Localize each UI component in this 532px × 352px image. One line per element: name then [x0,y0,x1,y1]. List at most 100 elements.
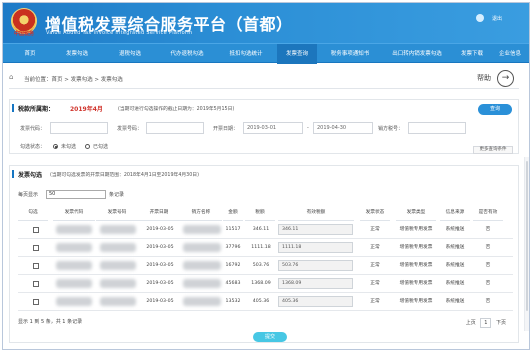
header-tax: 税额 [245,204,275,221]
redacted-invoice-number [100,243,136,252]
row-date: 2019-03-05 [146,245,174,250]
header-issue-date: 开票日期 [138,204,180,221]
header-source: 信息来源 [440,204,470,221]
valid-tax-input[interactable]: 1111.18 [278,242,353,253]
row-checkbox[interactable] [33,299,39,305]
valid-tax-input[interactable]: 405.36 [278,296,353,307]
unselected-label[interactable]: 未勾选 [61,143,76,150]
row-checkbox[interactable] [33,245,39,251]
next-page-button[interactable]: 下页 [496,320,506,326]
vertical-scrollbar[interactable] [524,157,529,331]
nav-download[interactable]: 发票下载 [455,44,489,64]
tax-period-value: 2019年4月 [70,106,103,113]
row-status: 正常 [370,299,380,304]
row-amount: 16792 [225,263,241,268]
invoice-range-note: (当期可勾选发票的开票日期范围：2018年4月1日至2019年4月30日) [50,173,199,178]
breadcrumb: ⌂ 当前位置：首页 > 发票勾选 > 发票勾选 帮助 → [9,68,519,89]
pagination-summary: 显示 1 到 5 条，共 1 条记录 [18,319,83,325]
header-valid-tax: 有效税额 [278,204,354,221]
nav-statistics[interactable]: 抵扣勾选统计 [217,44,275,64]
redacted-invoice-number [100,279,136,288]
row-source: 系统推送 [445,227,465,232]
deadline-note: (当期可进行勾选操作的截止日期为：2019年5月15日) [118,107,235,112]
table-row[interactable]: 2019-03-05 45683 1368.09 1368.09 正常 增值税专… [18,275,513,293]
redacted-invoice-code [56,243,92,252]
date-from-input[interactable]: 2019-03-01 [243,122,303,134]
logout-link[interactable]: 退出 [492,15,502,22]
header-amount: 金额 [223,204,243,221]
selection-status-label: 勾选状态： [20,144,46,150]
table-row[interactable]: 2019-03-05 11517 346.11 346.11 正常 增值税专用发… [18,221,513,239]
row-valid: 否 [485,299,491,304]
page-size-suffix: 条记录 [109,192,125,198]
platform-subtitle: Value Added Tax Invoice Integrated Servi… [46,30,193,36]
table-row[interactable]: 2019-03-05 13532 405.36 405.36 正常 增值税专用发… [18,293,513,311]
arrow-right-icon[interactable]: → [497,70,514,87]
nav-invoice-select[interactable]: 发票勾选 [53,44,101,64]
query-button[interactable]: 查询 [478,104,512,115]
row-type: 增值税专用发票 [399,245,433,250]
row-tax: 503.76 [252,263,270,268]
invoice-number-input[interactable] [146,122,204,134]
nav-invoice-query[interactable]: 发票查询 [277,44,317,64]
valid-tax-input[interactable]: 503.76 [278,260,353,271]
redacted-seller-name [183,225,221,234]
row-amount: 45683 [225,281,241,286]
row-checkbox[interactable] [33,263,39,269]
home-icon: ⌂ [9,73,14,81]
valid-tax-input[interactable]: 346.11 [278,224,353,235]
more-query-button[interactable]: 更多查询条件 [473,146,513,154]
previous-page-button[interactable]: 上页 [466,320,476,326]
invoice-number-label: 发票号码： [117,126,143,132]
user-icon[interactable] [476,14,484,22]
nav-home[interactable]: 首页 [9,44,51,64]
main-navigation: 首页 发票勾选 退税勾选 代办退税勾选 抵扣勾选统计 发票查询 税务事项通知书 … [3,43,529,64]
redacted-invoice-number [100,261,136,270]
query-panel: 税款所属期： 2019年4月 (当期可进行勾选操作的截止日期为：2019年5月1… [9,99,519,154]
submit-button[interactable]: 提交 [253,332,287,342]
redacted-invoice-code [56,261,92,270]
row-tax: 405.36 [252,299,270,304]
date-to-input[interactable]: 2019-04-30 [313,122,373,134]
unselected-radio[interactable] [53,144,58,149]
seller-tax-id-input[interactable] [408,122,466,134]
nav-agent-refund[interactable]: 代办退税勾选 [159,44,215,64]
page-number-button[interactable]: 1 [480,318,492,328]
selected-label[interactable]: 已勾选 [93,143,108,150]
row-valid: 否 [485,245,491,250]
row-source: 系统推送 [445,281,465,286]
seller-tax-id-label: 销方税号： [378,126,404,132]
table-row[interactable]: 2019-03-05 16792 503.76 503.76 正常 增值税专用发… [18,257,513,275]
row-status: 正常 [370,245,380,250]
row-checkbox[interactable] [33,281,39,287]
row-valid: 否 [485,281,491,286]
nav-export-select[interactable]: 出口转内销发票勾选 [384,44,450,64]
row-date: 2019-03-05 [146,263,174,268]
nav-company-info[interactable]: 企业信息 [492,44,528,64]
pagination: 上页 1 下页 [466,318,506,328]
help-link[interactable]: 帮助 [477,73,491,83]
date-separator: - [307,125,309,131]
table-row[interactable]: 2019-03-05 37796 1111.18 1111.18 正常 增值税专… [18,239,513,257]
selected-radio[interactable] [85,144,90,149]
row-type: 增值税专用发票 [399,263,433,268]
redacted-seller-name [183,243,221,252]
row-amount: 37796 [225,245,241,250]
application-window: 中国税务 增值税发票综合服务平台（首都） Value Added Tax Inv… [2,2,530,350]
row-checkbox[interactable] [33,227,39,233]
row-source: 系统推送 [445,263,465,268]
row-date: 2019-03-05 [146,299,174,304]
nav-refund-select[interactable]: 退税勾选 [104,44,156,64]
valid-tax-input[interactable]: 1368.09 [278,278,353,289]
header-invoice-number: 发票号码 [96,204,138,221]
redacted-invoice-code [56,225,92,234]
nav-tax-notice[interactable]: 税务事项通知书 [319,44,381,64]
invoice-code-input[interactable] [50,122,108,134]
redacted-seller-name [183,297,221,306]
page-size-select[interactable]: 50 [46,190,106,199]
redacted-invoice-code [56,279,92,288]
header-status: 发票状态 [360,204,390,221]
logo-text: 中国税务 [13,31,34,37]
header-invoice-code: 发票代码 [53,204,95,221]
header-checkbox[interactable]: 勾选 [18,204,48,221]
